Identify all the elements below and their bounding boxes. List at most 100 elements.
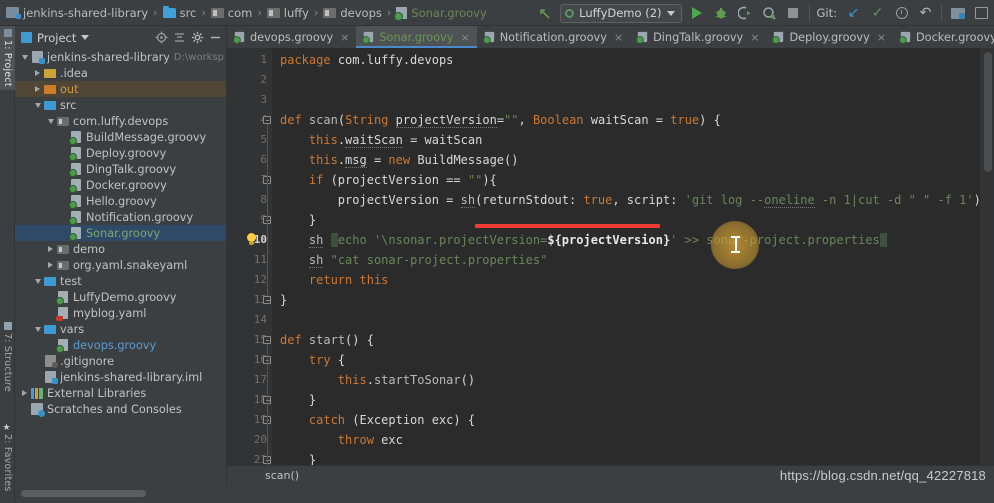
tree-node[interactable]: Deploy.groovy — [15, 145, 226, 161]
code-fold-toggle[interactable] — [263, 296, 272, 305]
chevron-right-icon[interactable] — [32, 70, 43, 76]
locate-icon[interactable] — [155, 31, 168, 44]
code-line[interactable]: def start() { — [280, 330, 374, 350]
code-line[interactable]: this.startToSonar() — [280, 370, 475, 390]
update-project-icon[interactable]: ↙ — [845, 5, 862, 22]
editor-tab[interactable]: Docker.groovy× — [893, 26, 994, 48]
tree-node[interactable]: jenkins-shared-library D:\worksp — [15, 49, 226, 65]
code-content[interactable]: package com.luffy.devops def scan(String … — [272, 48, 980, 465]
chevron-down-icon[interactable] — [45, 118, 56, 124]
code-line[interactable]: try { — [280, 350, 345, 370]
tree-node[interactable]: demo — [15, 241, 226, 257]
layout-icon[interactable] — [973, 5, 990, 22]
debug-icon[interactable] — [713, 5, 730, 22]
sidebar-item-project[interactable]: 1: Project — [0, 26, 15, 90]
tree-node[interactable]: devops.groovy — [15, 337, 226, 353]
project-tree[interactable]: jenkins-shared-library D:\worksp .idea out s… — [15, 49, 226, 489]
tree-node[interactable]: out — [15, 81, 226, 97]
tree-node[interactable]: org.yaml.snakeyaml — [15, 257, 226, 273]
chevron-down-icon[interactable] — [32, 102, 43, 108]
tree-node[interactable]: Hello.groovy — [15, 193, 226, 209]
editor-tab[interactable]: Notification.groovy × — [477, 26, 630, 48]
tree-node[interactable]: com.luffy.devops — [15, 113, 226, 129]
profile-icon[interactable] — [761, 5, 778, 22]
stop-icon[interactable] — [785, 5, 802, 22]
chevron-down-icon[interactable] — [32, 326, 43, 332]
editor-tab[interactable]: DingTalk.groovy × — [630, 26, 766, 48]
code-line[interactable]: return this — [280, 270, 389, 290]
code-line[interactable]: } — [280, 290, 287, 310]
intention-bulb-icon[interactable] — [245, 233, 257, 247]
breadcrumb-item-0[interactable]: jenkins-shared-library — [23, 6, 148, 20]
tree-node[interactable]: vars — [15, 321, 226, 337]
editor-tab[interactable]: Deploy.groovy × — [766, 26, 893, 48]
tree-node[interactable]: Scratches and Consoles — [15, 401, 226, 417]
tree-node[interactable]: External Libraries — [15, 385, 226, 401]
code-line[interactable]: catch (Exception exc) { — [280, 410, 475, 430]
code-line[interactable]: } — [280, 210, 316, 230]
sidebar-item-favorites[interactable]: ★ 2: Favorites — [0, 420, 15, 495]
code-line[interactable]: sh "cat sonar-project.properties" — [280, 250, 547, 270]
run-with-coverage-icon[interactable] — [737, 5, 754, 22]
revert-icon[interactable]: ↶ — [917, 5, 934, 22]
close-icon[interactable]: × — [614, 31, 623, 44]
run-configuration-selector[interactable]: LuffyDemo (2) — [560, 3, 682, 23]
chevron-down-icon[interactable] — [19, 54, 30, 60]
breadcrumb-item-3[interactable]: luffy — [284, 6, 309, 20]
chevron-right-icon[interactable] — [32, 86, 43, 92]
close-icon[interactable]: × — [460, 31, 469, 44]
editor-gutter[interactable]: 123456789101112131415161718192021222324 — [227, 48, 272, 503]
chevron-right-icon[interactable] — [19, 390, 30, 396]
collapse-all-icon[interactable] — [173, 31, 186, 44]
code-line[interactable]: } — [280, 390, 316, 410]
sidebar-item-structure[interactable]: 7: Structure — [0, 319, 15, 395]
chevron-right-icon[interactable] — [45, 246, 56, 252]
editor-scrollbar[interactable] — [980, 48, 994, 465]
breadcrumb[interactable]: jenkins-shared-library › src › com › luf… — [6, 5, 487, 21]
settings-icon[interactable] — [949, 5, 966, 22]
project-panel-title[interactable]: Project — [37, 31, 76, 45]
code-line[interactable]: } — [280, 450, 316, 465]
code-line[interactable]: sh echo '\nsonar.projectVersion=${projec… — [280, 230, 887, 250]
run-icon[interactable] — [689, 5, 706, 22]
code-line[interactable]: package com.luffy.devops — [280, 50, 453, 70]
editor-tab[interactable]: Sonar.groovy × — [356, 26, 478, 48]
tree-node[interactable]: DingTalk.groovy — [15, 161, 226, 177]
history-icon[interactable] — [893, 5, 910, 22]
scrollbar-thumb[interactable] — [984, 52, 992, 172]
code-line[interactable]: throw exc — [280, 430, 403, 450]
tree-node[interactable]: myblog.yaml — [15, 305, 226, 321]
horizontal-scroll-strip[interactable] — [15, 484, 994, 503]
tree-node[interactable]: BuildMessage.groovy — [15, 129, 226, 145]
code-line[interactable]: def scan(String projectVersion="", Boole… — [280, 110, 721, 130]
breadcrumb-item-4[interactable]: devops — [340, 6, 382, 20]
chevron-down-icon[interactable] — [81, 35, 90, 40]
breadcrumb-method[interactable]: scan() — [265, 469, 299, 482]
breadcrumb-item-1[interactable]: src — [180, 6, 197, 20]
code-line[interactable]: if (projectVersion == ""){ — [280, 170, 497, 190]
tree-node[interactable]: Notification.groovy — [15, 209, 226, 225]
editor-tab[interactable]: devops.groovy × — [227, 26, 356, 48]
back-arrow-icon[interactable] — [536, 5, 553, 22]
close-icon[interactable]: × — [340, 31, 349, 44]
hide-icon[interactable] — [209, 31, 222, 44]
tree-node[interactable]: jenkins-shared-library.iml — [15, 369, 226, 385]
tree-node[interactable]: .idea — [15, 65, 226, 81]
tree-node[interactable]: test — [15, 273, 226, 289]
tree-node[interactable]: .gitignore — [15, 353, 226, 369]
close-icon[interactable]: × — [750, 31, 759, 44]
chevron-right-icon[interactable] — [45, 262, 56, 268]
breadcrumb-item-5[interactable]: Sonar.groovy — [411, 6, 486, 20]
tree-node[interactable]: src — [15, 97, 226, 113]
breadcrumb-item-2[interactable]: com — [228, 6, 253, 20]
tree-node[interactable]: Docker.groovy — [15, 177, 226, 193]
commit-icon[interactable]: ✓ — [869, 5, 886, 22]
project-horizontal-scrollbar[interactable] — [21, 490, 146, 497]
close-icon[interactable]: × — [877, 31, 886, 44]
code-line[interactable]: projectVersion = sh(returnStdout: true, … — [280, 190, 980, 210]
tree-node[interactable]: LuffyDemo.groovy — [15, 289, 226, 305]
editor-tab-bar[interactable]: devops.groovy × Sonar.groovy × Notification.… — [227, 26, 994, 48]
chevron-down-icon[interactable] — [32, 278, 43, 284]
gear-icon[interactable] — [191, 31, 204, 44]
tree-node[interactable]: Sonar.groovy — [15, 225, 226, 241]
